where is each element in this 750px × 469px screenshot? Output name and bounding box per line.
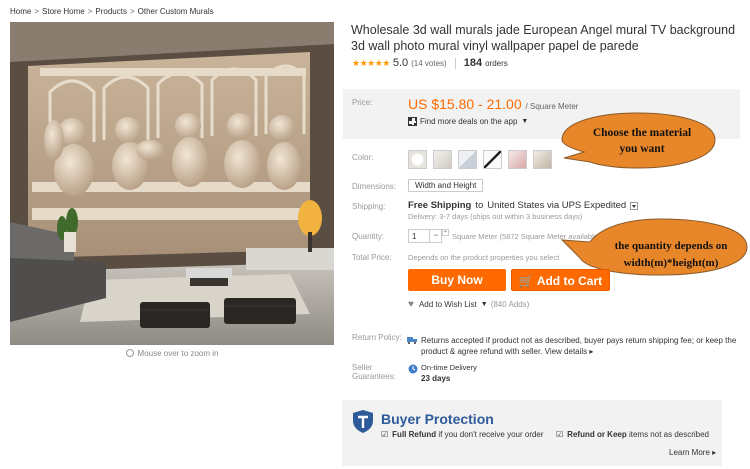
refund-or-keep-text: items not as described <box>628 430 710 439</box>
product-image[interactable] <box>10 22 334 345</box>
callout-quantity-text: the quantity depends on width(m)*height(… <box>614 240 728 269</box>
quantity-decrease-button[interactable]: − <box>429 229 442 243</box>
caret-down-icon: ▼ <box>521 118 529 125</box>
delivery-estimate: Delivery: 3-7 days (ships out within 3 b… <box>408 212 583 221</box>
add-to-cart-button[interactable]: 🛒 Add to Cart <box>511 269 610 291</box>
price-value: US $15.80 - 21.00 / Square Meter <box>408 96 578 112</box>
learn-more-label: Learn More <box>669 448 710 457</box>
view-details-label: View details <box>544 347 588 356</box>
return-policy-label: Return Policy: <box>352 333 402 342</box>
callout-material-text: Choose the material you want <box>592 127 692 155</box>
price-label: Price: <box>352 98 373 107</box>
full-refund-text: if you don't receive your order <box>438 430 544 439</box>
shield-icon <box>353 410 373 433</box>
total-price-note: Depends on the product properties you se… <box>408 253 560 262</box>
view-details-link[interactable]: View details ▸ <box>545 347 594 356</box>
app-deals-text: Find more deals on the app <box>420 117 518 126</box>
color-swatch[interactable] <box>508 150 527 169</box>
total-price-label: Total Price: <box>352 253 392 262</box>
add-to-cart-label: Add to Cart <box>536 274 603 288</box>
orders-label: orders <box>485 58 508 68</box>
caret-down-icon: ▼ <box>480 301 488 308</box>
shipping-destination: United States via UPS Expedited <box>487 200 627 211</box>
star-rating-icon: ★★★★★ <box>352 57 390 68</box>
seller-guarantees-label: Seller Guarantees: <box>352 363 397 381</box>
breadcrumb: Home > Store Home > Products > Other Custom Mu… <box>10 7 214 16</box>
color-swatch[interactable] <box>433 150 452 169</box>
rating-value: 5.0 <box>392 57 409 69</box>
divider <box>454 57 456 69</box>
dimensions-label: Dimensions: <box>352 182 397 191</box>
breadcrumb-products[interactable]: Products <box>95 7 127 16</box>
buy-now-button[interactable]: Buy Now <box>408 269 506 291</box>
breadcrumb-category[interactable]: Other Custom Murals <box>138 7 214 16</box>
product-title: Wholesale 3d wall murals jade European A… <box>351 23 736 53</box>
ontime-delivery-label: On-time Delivery <box>421 363 477 372</box>
full-refund-item: ☑ Full Refund if you don't receive your o… <box>381 430 544 439</box>
learn-more-link[interactable]: Learn More ▸ <box>669 448 716 457</box>
breadcrumb-separator: > <box>129 7 135 16</box>
magnifier-icon <box>125 349 134 357</box>
orders-count: 184 <box>463 57 483 69</box>
dimensions-option[interactable]: Width and Height <box>408 179 484 192</box>
votes-count[interactable]: (14 votes) <box>411 59 447 68</box>
checkbox-icon: ☑ <box>381 430 389 439</box>
shipping-dropdown-icon[interactable] <box>630 201 639 210</box>
mural-room-illustration <box>10 22 334 345</box>
ontime-delivery-icon <box>408 364 418 374</box>
qr-code-icon <box>408 117 417 126</box>
chevron-right-icon: ▸ <box>712 448 717 457</box>
shipping-info: Free Shipping to United States via UPS E… <box>408 200 639 211</box>
wishlist-label: Add to Wish List <box>418 300 477 309</box>
app-deals-link[interactable]: Find more deals on the app ▼ <box>408 117 528 126</box>
color-label: Color: <box>352 153 374 162</box>
refund-or-keep-label: Refund or Keep <box>567 430 627 439</box>
breadcrumb-separator: > <box>87 7 93 16</box>
breadcrumb-separator: > <box>34 7 40 16</box>
ontime-delivery-days: 23 days <box>421 374 451 383</box>
heart-icon: ♥ <box>408 299 414 310</box>
color-swatch[interactable] <box>533 150 552 169</box>
shipping-method: Free Shipping <box>408 200 472 211</box>
refund-or-keep-item: ☑ Refund or Keep items not as described <box>556 430 709 439</box>
wishlist-link[interactable]: ♥ Add to Wish List ▼ (840 Adds) <box>408 299 529 310</box>
cart-icon: 🛒 <box>518 274 534 288</box>
buyer-protection-title: Buyer Protection <box>381 411 494 427</box>
breadcrumb-home[interactable]: Home <box>10 7 31 16</box>
color-swatch[interactable] <box>458 150 477 169</box>
checkbox-icon: ☑ <box>556 430 564 439</box>
zoom-hint-text: Mouse over to zoom in <box>137 349 219 358</box>
color-swatch[interactable] <box>408 150 427 169</box>
color-swatches <box>408 150 552 169</box>
color-swatch[interactable] <box>483 150 502 169</box>
return-truck-icon <box>407 337 417 344</box>
breadcrumb-store-home[interactable]: Store Home <box>42 7 85 16</box>
full-refund-label: Full Refund <box>392 430 437 439</box>
return-policy: Returns accepted if product not as descr… <box>421 335 741 357</box>
wishlist-count: (840 Adds) <box>490 300 530 309</box>
shipping-label: Shipping: <box>352 202 386 211</box>
price-range: US $15.80 - 21.00 <box>408 96 522 112</box>
rating-row: ★★★★★ 5.0 (14 votes) 184 orders <box>352 57 508 69</box>
quantity-increase-button[interactable]: + <box>442 229 449 236</box>
quantity-label: Quantity: <box>352 232 385 241</box>
shipping-to: to <box>475 200 484 211</box>
zoom-hint: Mouse over to zoom in <box>10 348 334 358</box>
